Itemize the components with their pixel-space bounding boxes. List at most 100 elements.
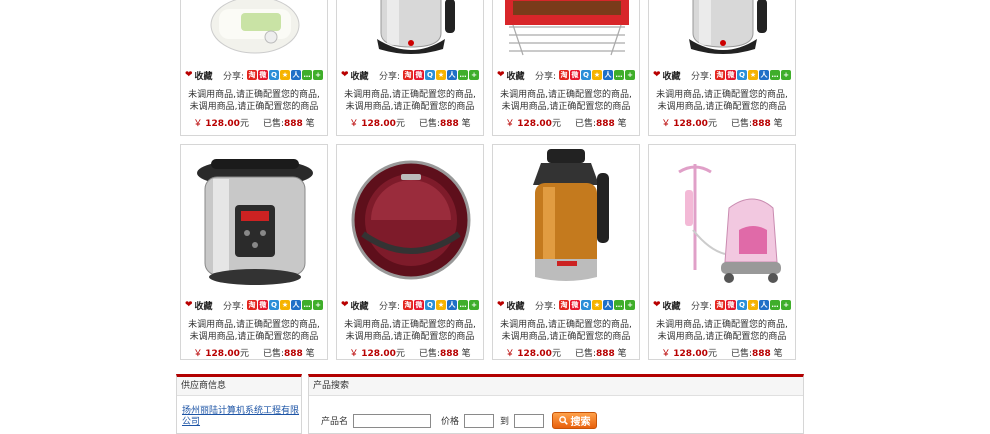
qzone-icon[interactable]: Q [269, 300, 279, 310]
taobao-icon[interactable]: 淘 [403, 70, 413, 80]
qzone-icon[interactable]: Q [269, 70, 279, 80]
price-max-input[interactable] [514, 413, 545, 428]
qzone-icon[interactable]: Q [737, 70, 747, 80]
product-name-input[interactable] [353, 413, 432, 428]
product-card[interactable]: ❤ 收藏 分享: 淘微 Q ★ 人… + 未调用商品,请正确配置您的商品,未调用商品,请正确配置… [336, 0, 484, 136]
price-min-input[interactable] [464, 413, 495, 428]
people-icon[interactable]: 人 [603, 70, 613, 80]
people-icon[interactable]: 人 [759, 70, 769, 80]
star-icon[interactable]: ★ [436, 300, 446, 310]
product-card[interactable]: ❤ 收藏 分享: 淘微 Q ★ 人… + 未调用商品,请正确配置您的商品,未调用商品,请正确配置… [648, 144, 796, 360]
star-icon[interactable]: ★ [592, 70, 602, 80]
people-icon[interactable]: 人 [447, 70, 457, 80]
weibo-icon[interactable]: 微 [414, 70, 424, 80]
weibo-icon[interactable]: 微 [258, 70, 268, 80]
search-button[interactable]: 搜索 [552, 412, 598, 429]
product-image-robot-vacuum[interactable] [347, 149, 475, 291]
product-image-grill[interactable] [503, 0, 631, 57]
weibo-icon[interactable]: 微 [414, 300, 424, 310]
product-card[interactable]: ❤ 收藏 分享: 淘微 Q ★ 人… + 未调用商品,请正确配置您的商品,未调用商品,请正确配置… [180, 0, 328, 136]
product-image-garment-steamer[interactable] [659, 149, 787, 291]
star-icon[interactable]: ★ [592, 300, 602, 310]
product-card[interactable]: ❤ 收藏 分享: 淘微 Q ★ 人… + 未调用商品,请正确配置您的商品,未调用商品,请正确配置… [648, 0, 796, 136]
product-image-thermos-jug[interactable] [503, 149, 631, 291]
chat-icon[interactable]: … [614, 70, 624, 80]
taobao-icon[interactable]: 淘 [715, 70, 725, 80]
plus-icon[interactable]: + [625, 300, 635, 310]
weibo-icon[interactable]: 微 [570, 300, 580, 310]
product-image-kettle[interactable] [659, 0, 787, 57]
taobao-icon[interactable]: 淘 [559, 70, 569, 80]
people-icon[interactable]: 人 [447, 300, 457, 310]
product-image-kettle[interactable] [347, 0, 475, 57]
share-bar: 分享: 淘微 Q ★ 人… + [691, 299, 791, 312]
qzone-icon[interactable]: Q [581, 300, 591, 310]
taobao-icon[interactable]: 淘 [247, 300, 257, 310]
share-bar: 分享: 淘微 Q ★ 人… + [223, 69, 323, 82]
product-title[interactable]: 未调用商品,请正确配置您的商品,未调用商品,请正确配置您的商品 [655, 319, 789, 343]
chat-icon[interactable]: … [614, 300, 624, 310]
product-title[interactable]: 未调用商品,请正确配置您的商品,未调用商品,请正确配置您的商品 [499, 319, 633, 343]
qzone-icon[interactable]: Q [425, 300, 435, 310]
favorite-button[interactable]: ❤ 收藏 [497, 299, 525, 312]
favorite-button[interactable]: ❤ 收藏 [185, 299, 213, 312]
chat-icon[interactable]: … [770, 70, 780, 80]
qzone-icon[interactable]: Q [737, 300, 747, 310]
favorite-button[interactable]: ❤ 收藏 [341, 299, 369, 312]
plus-icon[interactable]: + [469, 300, 479, 310]
weibo-icon[interactable]: 微 [726, 70, 736, 80]
star-icon[interactable]: ★ [748, 300, 758, 310]
people-icon[interactable]: 人 [291, 300, 301, 310]
star-icon[interactable]: ★ [280, 70, 290, 80]
currency-symbol: ￥ [661, 349, 671, 359]
product-title[interactable]: 未调用商品,请正确配置您的商品,未调用商品,请正确配置您的商品 [187, 319, 321, 343]
product-title[interactable]: 未调用商品,请正确配置您的商品,未调用商品,请正确配置您的商品 [187, 89, 321, 113]
product-image-rice-cooker[interactable] [191, 0, 319, 57]
share-label: 分享: [378, 71, 400, 82]
plus-icon[interactable]: + [781, 300, 791, 310]
plus-icon[interactable]: + [781, 70, 791, 80]
chat-icon[interactable]: … [458, 300, 468, 310]
chat-icon[interactable]: … [458, 70, 468, 80]
chat-icon[interactable]: … [770, 300, 780, 310]
favorite-button[interactable]: ❤ 收藏 [497, 69, 525, 82]
product-card[interactable]: ❤ 收藏 分享: 淘微 Q ★ 人… + 未调用商品,请正确配置您的商品,未调用商品,请正确配置… [492, 0, 640, 136]
qzone-icon[interactable]: Q [425, 70, 435, 80]
people-icon[interactable]: 人 [603, 300, 613, 310]
favorite-button[interactable]: ❤ 收藏 [653, 299, 681, 312]
star-icon[interactable]: ★ [748, 70, 758, 80]
product-card[interactable]: ❤ 收藏 分享: 淘微 Q ★ 人… + 未调用商品,请正确配置您的商品,未调用商品,请正确配置… [492, 144, 640, 360]
weibo-icon[interactable]: 微 [726, 300, 736, 310]
qzone-icon[interactable]: Q [581, 70, 591, 80]
product-card[interactable]: ❤ 收藏 分享: 淘微 Q ★ 人… + 未调用商品,请正确配置您的商品,未调用商品,请正确配置… [180, 144, 328, 360]
sold-unit: 笔 [305, 119, 315, 129]
sold-label: 已售: [418, 349, 440, 359]
taobao-icon[interactable]: 淘 [715, 300, 725, 310]
favorite-button[interactable]: ❤ 收藏 [653, 69, 681, 82]
star-icon[interactable]: ★ [280, 300, 290, 310]
product-card[interactable]: ❤ 收藏 分享: 淘微 Q ★ 人… + 未调用商品,请正确配置您的商品,未调用商品,请正确配置… [336, 144, 484, 360]
chat-icon[interactable]: … [302, 70, 312, 80]
people-icon[interactable]: 人 [291, 70, 301, 80]
taobao-icon[interactable]: 淘 [559, 300, 569, 310]
plus-icon[interactable]: + [313, 300, 323, 310]
taobao-icon[interactable]: 淘 [247, 70, 257, 80]
product-image-pressure-cooker[interactable] [191, 149, 319, 291]
people-icon[interactable]: 人 [759, 300, 769, 310]
taobao-icon[interactable]: 淘 [403, 300, 413, 310]
product-title[interactable]: 未调用商品,请正确配置您的商品,未调用商品,请正确配置您的商品 [343, 319, 477, 343]
plus-icon[interactable]: + [469, 70, 479, 80]
favorite-button[interactable]: ❤ 收藏 [341, 69, 369, 82]
weibo-icon[interactable]: 微 [258, 300, 268, 310]
product-title[interactable]: 未调用商品,请正确配置您的商品,未调用商品,请正确配置您的商品 [343, 89, 477, 113]
favorite-button[interactable]: ❤ 收藏 [185, 69, 213, 82]
plus-icon[interactable]: + [313, 70, 323, 80]
weibo-icon[interactable]: 微 [570, 70, 580, 80]
chat-icon[interactable]: … [302, 300, 312, 310]
plus-icon[interactable]: + [625, 70, 635, 80]
product-title[interactable]: 未调用商品,请正确配置您的商品,未调用商品,请正确配置您的商品 [655, 89, 789, 113]
share-label: 分享: [222, 71, 244, 82]
product-title[interactable]: 未调用商品,请正确配置您的商品,未调用商品,请正确配置您的商品 [499, 89, 633, 113]
supplier-company-link[interactable]: 扬州丽陆计算机系统工程有限公司 [182, 406, 300, 428]
star-icon[interactable]: ★ [436, 70, 446, 80]
